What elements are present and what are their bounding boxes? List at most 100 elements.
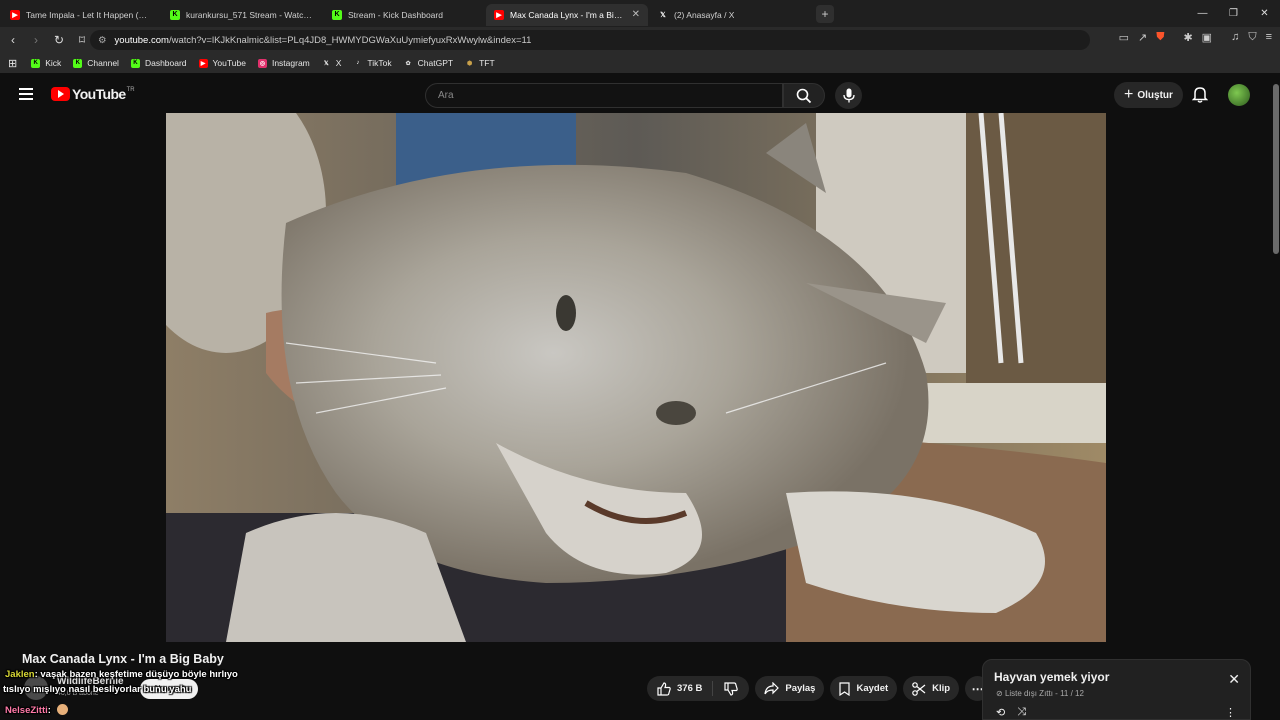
account-avatar[interactable] xyxy=(1228,84,1250,106)
browser-tab[interactable]: ▶ Tame Impala - Let It Happen (Official xyxy=(2,4,160,26)
bookmarks-bar: ⊞ K Kick K Channel K Dashboard ▶ YouTube ◎ In… xyxy=(0,53,1280,73)
extensions-area: ▭ ↗ ⛊ ✱ ▣ ♫ ⛉ ≡ xyxy=(1119,31,1272,44)
chat-overlay-line: NelseZitti: xyxy=(5,704,68,716)
notifications-bell-icon[interactable] xyxy=(1192,86,1208,103)
tab-label: (2) Anasayfa / X xyxy=(674,9,735,20)
bookmark-item[interactable]: K Kick xyxy=(31,58,61,68)
playlist-controls: ⟲ ⤨ xyxy=(996,706,1026,719)
restore-icon[interactable]: ❐ xyxy=(1218,0,1249,27)
tiktok-icon: ♪ xyxy=(356,60,360,66)
thumbs-up-icon xyxy=(657,681,671,696)
tab-label: Stream - Kick Dashboard xyxy=(348,9,443,20)
save-label: Kaydet xyxy=(856,683,889,694)
close-tab-icon[interactable]: ✕ xyxy=(626,9,640,20)
new-tab-button[interactable]: + xyxy=(816,4,834,23)
share-icon[interactable]: ↗ xyxy=(1138,31,1147,44)
bookmark-label: ChatGPT xyxy=(417,58,454,68)
chat-text: tıslıyo mışlıyo nasıl besliyorlar bunu y… xyxy=(3,684,192,695)
loop-icon[interactable]: ⟲ xyxy=(996,706,1005,719)
bookmark-item[interactable]: ♪ TikTok xyxy=(353,58,391,68)
browser-tab[interactable]: K kurankursu_571 Stream - Watch Live xyxy=(162,4,322,26)
share-icon xyxy=(764,682,780,695)
bookmark-label: TFT xyxy=(479,58,495,68)
bookmark-item[interactable]: ⬢ TFT xyxy=(465,58,495,68)
kick-icon: K xyxy=(170,9,180,20)
create-button[interactable]: + Oluştur xyxy=(1114,82,1183,108)
forward-icon[interactable]: › xyxy=(26,33,46,47)
video-actions: 376 B Paylaş Kaydet Klip ⋯ xyxy=(647,676,991,701)
playlist-meta: ⊘ Liste dışı Zıttı - 11 / 12 xyxy=(996,689,1084,698)
hamburger-menu-icon[interactable] xyxy=(19,88,33,100)
browser-tab[interactable]: K Stream - Kick Dashboard xyxy=(324,4,484,26)
reload-icon[interactable]: ↻ xyxy=(49,33,69,47)
bookmark-item[interactable]: ◎ Instagram xyxy=(257,58,310,68)
unlisted-icon: ⊘ xyxy=(996,689,1003,698)
bookmark-item[interactable]: ✿ ChatGPT xyxy=(404,58,453,68)
bookmark-icon[interactable]: ⌑ xyxy=(72,33,92,47)
voice-search-button[interactable] xyxy=(835,82,862,109)
page-scrollbar[interactable] xyxy=(1273,84,1279,254)
close-icon[interactable]: ✕ xyxy=(1228,671,1240,688)
kick-icon: K xyxy=(332,9,342,20)
dislike-button[interactable] xyxy=(713,681,749,696)
address-bar[interactable]: ⚙ youtube.com/watch?v=lKJkKnalmic&list=P… xyxy=(90,30,1090,50)
bookmark-label: X xyxy=(335,58,342,68)
microphone-icon xyxy=(842,88,855,103)
chatgpt-icon: ✿ xyxy=(405,60,411,67)
bookmark-label: Instagram xyxy=(271,58,310,68)
like-button[interactable]: 376 B xyxy=(647,681,714,696)
bookmark-label: YouTube xyxy=(212,58,246,68)
back-icon[interactable]: ‹ xyxy=(3,33,23,47)
save-button[interactable]: Kaydet xyxy=(830,676,898,701)
bookmark-item[interactable]: K Dashboard xyxy=(130,58,187,68)
share-label: Paylaş xyxy=(785,683,816,694)
address-domain: youtube.com xyxy=(114,34,169,46)
bookmark-save-icon xyxy=(839,681,851,696)
extensions-icon[interactable]: ✱ xyxy=(1183,31,1192,44)
chat-nick: Jaklen xyxy=(5,669,35,680)
browser-tab[interactable]: 𝕏 (2) Anasayfa / X xyxy=(650,4,810,26)
site-info-icon[interactable]: ⚙ xyxy=(98,35,107,46)
search-input[interactable]: Ara xyxy=(425,83,783,108)
youtube-play-icon xyxy=(51,87,70,101)
vpn-icon[interactable]: ⛉ xyxy=(1248,31,1256,44)
shuffle-icon[interactable]: ⤨ xyxy=(1017,706,1026,719)
youtube-icon: ▶ xyxy=(198,58,208,68)
share-button[interactable]: Paylaş xyxy=(755,676,825,701)
playlist-menu-icon[interactable]: ⋮ xyxy=(1225,706,1236,719)
bookmark-item[interactable]: 𝕏X xyxy=(322,58,342,68)
search-button[interactable] xyxy=(783,83,825,108)
kick-icon: K xyxy=(31,58,41,68)
youtube-logo[interactable]: YouTube TR xyxy=(51,86,135,102)
video-title: Max Canada Lynx - I'm a Big Baby xyxy=(22,652,224,666)
video-frame xyxy=(166,113,1106,642)
browser-tab-active[interactable]: ▶ Max Canada Lynx - I'm a Big B ✕ xyxy=(486,3,648,26)
instagram-icon: ◎ xyxy=(257,58,267,68)
video-player[interactable] xyxy=(166,113,1106,642)
thumbs-down-icon xyxy=(724,681,739,696)
sidebar-icon[interactable]: ▣ xyxy=(1202,31,1212,44)
like-dislike-group: 376 B xyxy=(647,676,750,701)
minimize-icon[interactable]: — xyxy=(1187,0,1218,27)
tft-icon: ⬢ xyxy=(466,60,473,67)
bookmark-item[interactable]: ▶ YouTube xyxy=(198,58,246,68)
cast-icon[interactable]: ▭ xyxy=(1119,31,1129,44)
like-count: 376 B xyxy=(677,683,703,694)
window-controls: — ❐ ✕ xyxy=(1187,0,1280,27)
music-icon[interactable]: ♫ xyxy=(1231,31,1239,44)
clip-button[interactable]: Klip xyxy=(903,676,960,701)
country-code: TR xyxy=(126,87,135,93)
playlist-title[interactable]: Hayvan yemek yiyor xyxy=(994,670,1109,684)
bookmark-item[interactable]: K Channel xyxy=(73,58,119,68)
playlist-panel: Hayvan yemek yiyor ⊘ Liste dışı Zıttı - … xyxy=(982,659,1251,720)
browser-menu-icon[interactable]: ≡ xyxy=(1266,31,1272,44)
apps-grid-icon[interactable]: ⊞ xyxy=(8,57,17,70)
chat-nick: NelseZitti xyxy=(5,705,48,716)
tab-label: kurankursu_571 Stream - Watch Live xyxy=(186,9,314,20)
emoji-icon xyxy=(56,704,68,715)
close-window-icon[interactable]: ✕ xyxy=(1249,0,1280,27)
brave-shield-icon[interactable]: ⛊ xyxy=(1156,31,1164,44)
youtube-icon: ▶ xyxy=(10,9,20,20)
search-icon xyxy=(796,88,812,103)
clip-label: Klip xyxy=(932,683,951,694)
